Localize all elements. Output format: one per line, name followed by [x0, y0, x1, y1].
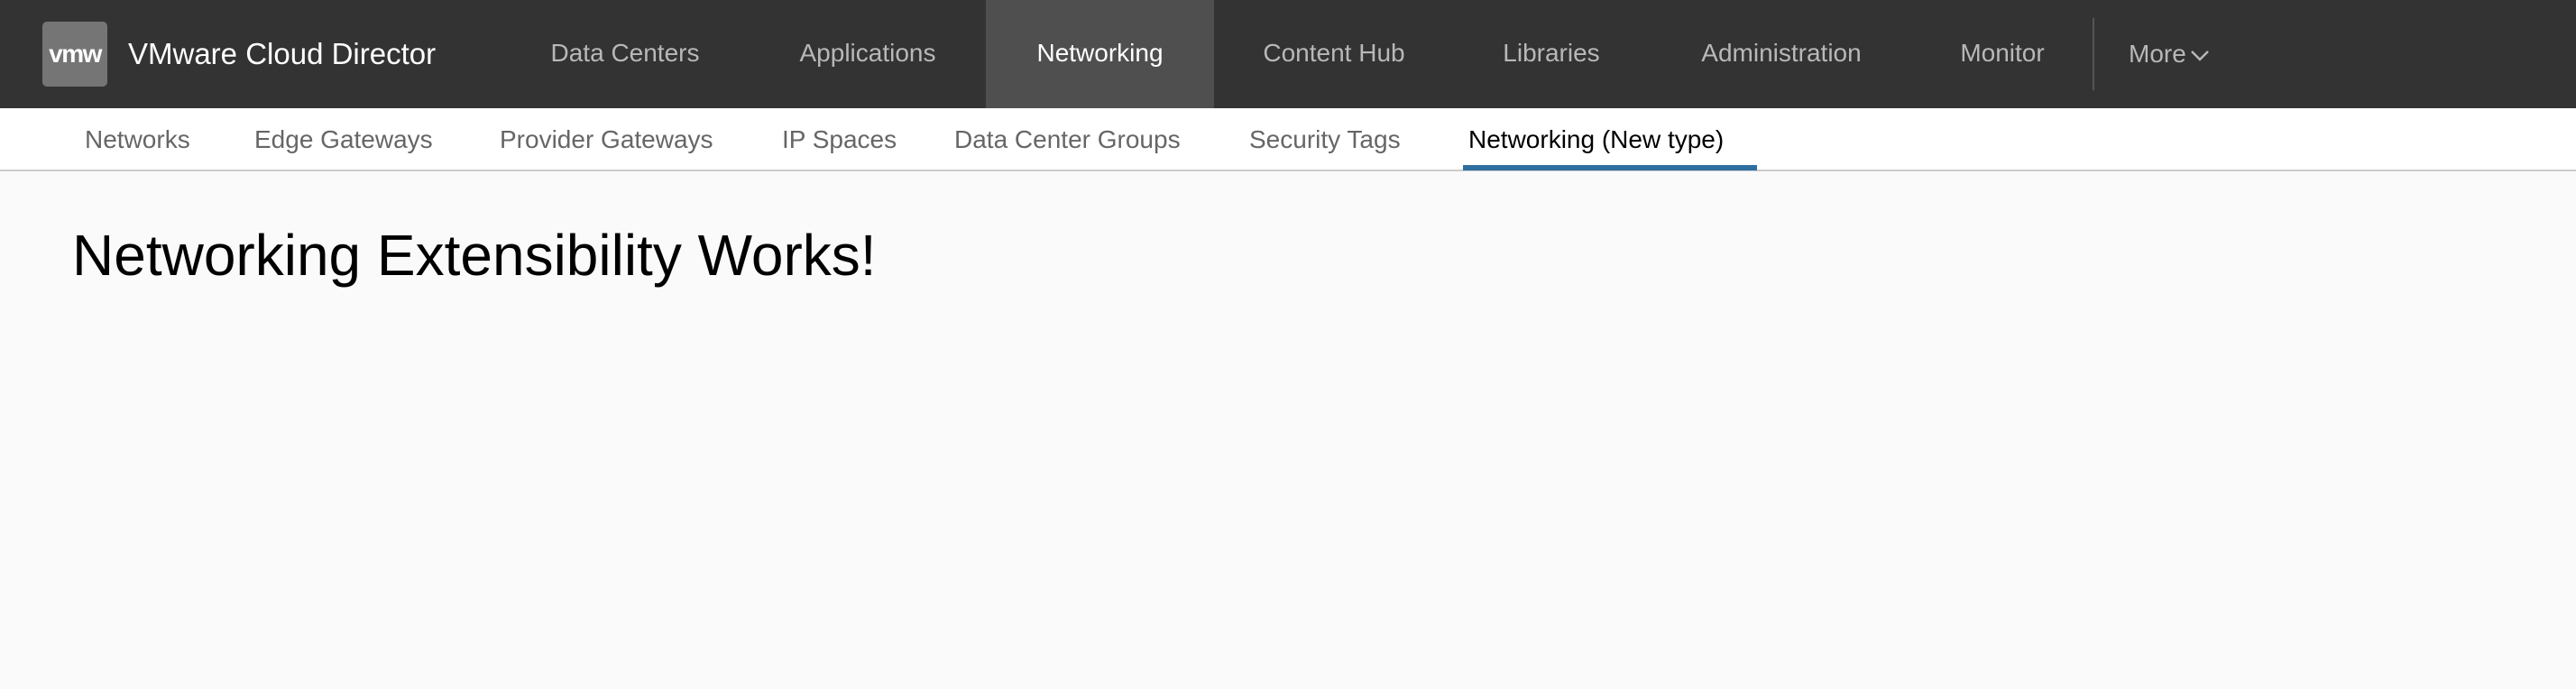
tab-provider-gateways[interactable]: Provider Gateways	[500, 108, 713, 171]
active-tab-indicator	[1463, 165, 1757, 170]
app-title: VMware Cloud Director	[128, 37, 437, 70]
tab-edge-gateways[interactable]: Edge Gateways	[254, 108, 433, 171]
nav-data-centers[interactable]: Data Centers	[519, 0, 731, 108]
tab-networking-new-type[interactable]: Networking (New type)	[1468, 108, 1724, 171]
nav-divider	[2093, 18, 2094, 90]
more-label: More	[2129, 40, 2186, 68]
tab-networks[interactable]: Networks	[85, 108, 190, 171]
top-header: vmw VMware Cloud Director Data Centers A…	[0, 0, 2576, 108]
nav-monitor[interactable]: Monitor	[1939, 0, 2065, 108]
chevron-down-icon	[2190, 1, 2210, 107]
subnav-tabs: Networks Edge Gateways Provider Gateways…	[0, 108, 2576, 171]
nav-content-hub[interactable]: Content Hub	[1234, 0, 1434, 108]
tab-security-tags[interactable]: Security Tags	[1249, 108, 1401, 171]
nav-applications[interactable]: Applications	[765, 0, 971, 108]
page-title: Networking Extensibility Works!	[72, 223, 877, 288]
nav-administration[interactable]: Administration	[1669, 0, 1894, 108]
vmware-logo[interactable]: vmw	[42, 22, 107, 87]
nav-more[interactable]: More	[2129, 0, 2210, 108]
tab-data-center-groups[interactable]: Data Center Groups	[954, 108, 1181, 171]
tab-ip-spaces[interactable]: IP Spaces	[782, 108, 897, 171]
nav-libraries[interactable]: Libraries	[1470, 0, 1633, 108]
nav-networking[interactable]: Networking	[986, 0, 1214, 108]
